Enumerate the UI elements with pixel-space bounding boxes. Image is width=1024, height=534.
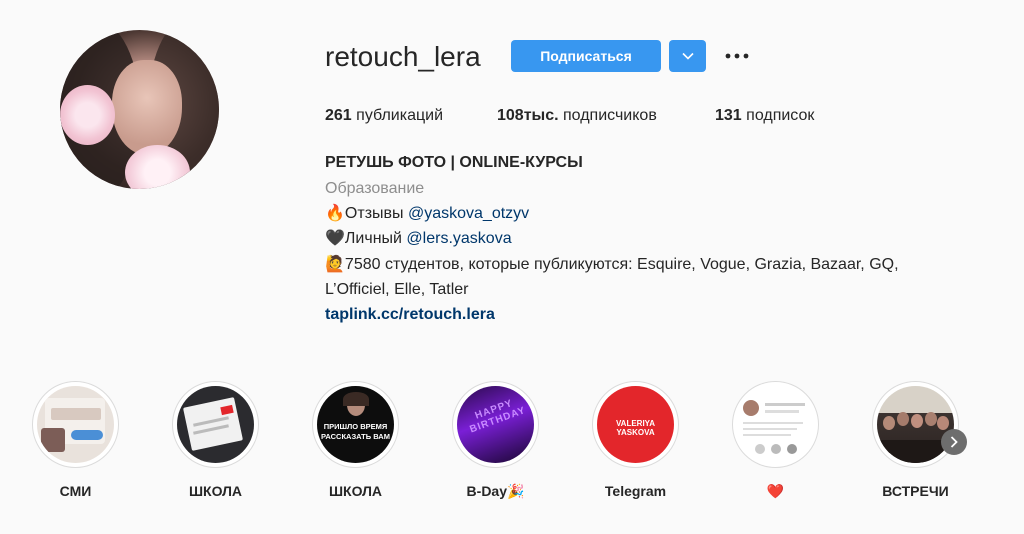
highlight-ring[interactable]: VALERIYA YASKOVA xyxy=(592,381,679,468)
suggested-dropdown-button[interactable] xyxy=(669,40,706,72)
highlight-ring[interactable] xyxy=(172,381,259,468)
posts-label: публикаций xyxy=(356,107,444,124)
highlight-label: B-Day🎉 xyxy=(466,483,525,499)
bio-line-publications: L’Officiel, Elle, Tatler xyxy=(325,281,469,298)
followers-stat[interactable]: 108тыс. подписчиков xyxy=(497,107,657,125)
profile-avatar[interactable] xyxy=(60,30,219,189)
mention-link-reviews[interactable]: @yaskova_otzyv xyxy=(408,205,529,222)
posts-count: 261 xyxy=(325,107,352,124)
avatar-flower xyxy=(60,85,115,145)
highlight-label: ШКОЛА xyxy=(188,483,243,499)
avatar-face xyxy=(112,60,182,155)
bio-text: Личный xyxy=(344,230,407,247)
highlight-thumbnail xyxy=(737,386,814,463)
highlight-thumbnail: ПРИШЛО ВРЕМЯ РАССКАЗАТЬ ВАМ xyxy=(317,386,394,463)
highlight-label: ВСТРЕЧИ xyxy=(882,483,949,499)
raising-hand-emoji: 🙋 xyxy=(325,256,345,273)
highlights-next-button[interactable] xyxy=(941,429,967,455)
chevron-down-icon xyxy=(681,52,694,60)
following-stat[interactable]: 131 подписок xyxy=(715,107,814,125)
follow-button[interactable]: Подписаться xyxy=(511,40,661,72)
highlight-item[interactable]: ❤️ xyxy=(732,381,819,500)
highlight-ring[interactable]: ПРИШЛО ВРЕМЯ РАССКАЗАТЬ ВАМ xyxy=(312,381,399,468)
highlight-ring[interactable] xyxy=(32,381,119,468)
profile-category: Образование xyxy=(325,180,425,197)
more-options-button[interactable] xyxy=(722,44,752,68)
bio-line-reviews: 🔥Отзывы @yaskova_otzyv xyxy=(325,204,529,224)
highlight-item[interactable]: ШКОЛА xyxy=(172,381,259,499)
highlight-thumbnail: HAPPY BIRTHDAY xyxy=(457,386,534,463)
highlight-item[interactable]: HAPPY BIRTHDAY B-Day🎉 xyxy=(452,381,539,500)
profile-full-name: РЕТУШЬ ФОТО | ONLINE-КУРСЫ xyxy=(325,154,583,171)
highlight-label: СМИ xyxy=(59,483,92,499)
more-horizontal-icon xyxy=(725,53,749,59)
fire-emoji: 🔥 xyxy=(325,205,345,222)
highlight-item[interactable]: СМИ xyxy=(32,381,119,499)
bio-text: Отзывы xyxy=(344,205,408,222)
highlight-thumbnail xyxy=(877,386,954,463)
highlight-label: ШКОЛА xyxy=(328,483,383,499)
highlight-item[interactable]: VALERIYA YASKOVA Telegram xyxy=(592,381,679,499)
highlight-ring[interactable]: HAPPY BIRTHDAY xyxy=(452,381,539,468)
chevron-right-icon xyxy=(950,436,958,448)
black-heart-emoji: 🖤 xyxy=(325,230,345,247)
bio-line-personal: 🖤Личный @lers.yaskova xyxy=(325,229,512,249)
followers-label: подписчиков xyxy=(563,107,657,124)
following-label: подписок xyxy=(746,107,815,124)
highlight-item[interactable]: ПРИШЛО ВРЕМЯ РАССКАЗАТЬ ВАМ ШКОЛА xyxy=(312,381,399,499)
profile-username: retouch_lera xyxy=(325,41,481,72)
highlight-ring[interactable] xyxy=(872,381,959,468)
posts-count-stat: 261 публикаций xyxy=(325,107,443,125)
highlight-label: Telegram xyxy=(604,483,667,499)
highlight-thumbnail: VALERIYA YASKOVA xyxy=(597,386,674,463)
followers-count: 108тыс. xyxy=(497,107,559,124)
highlight-thumbnail xyxy=(177,386,254,463)
mention-link-personal[interactable]: @lers.yaskova xyxy=(406,230,511,247)
bio-text: 7580 студентов, которые публикуются: Esq… xyxy=(344,256,899,273)
bio-line-students: 🙋7580 студентов, которые публикуются: Es… xyxy=(325,255,899,275)
website-link[interactable]: taplink.cc/retouch.lera xyxy=(325,305,495,325)
highlight-label: ❤️ xyxy=(766,483,785,499)
following-count: 131 xyxy=(715,107,742,124)
highlight-ring[interactable] xyxy=(732,381,819,468)
highlight-thumbnail xyxy=(37,386,114,463)
